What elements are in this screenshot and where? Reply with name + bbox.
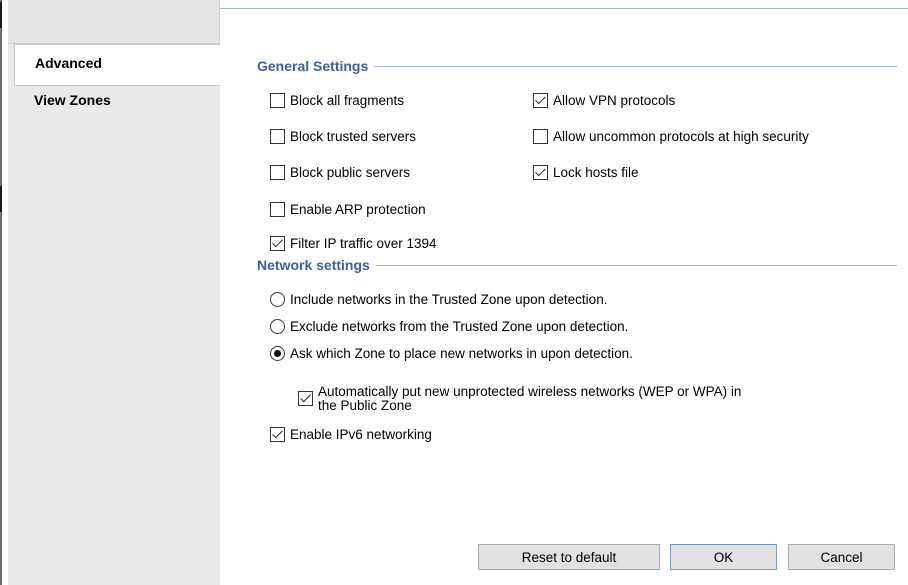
cancel-button[interactable]: Cancel — [788, 544, 895, 570]
checkbox-box[interactable] — [270, 202, 285, 217]
radio-button[interactable] — [270, 319, 285, 334]
checkbox-box[interactable] — [270, 427, 285, 442]
checkbox-box[interactable] — [270, 165, 285, 180]
checkbox-label: Allow uncommon protocols at high securit… — [553, 129, 809, 144]
checkbox-box[interactable] — [270, 93, 285, 108]
network-settings-header: Network settings — [257, 256, 897, 274]
group-title: General Settings — [257, 58, 369, 74]
top-border — [220, 8, 908, 9]
checkbox-box[interactable] — [533, 93, 548, 108]
edge-mark — [0, 2, 2, 28]
checkbox-label: Block public servers — [290, 165, 411, 180]
checkbox-allow-uncommon-protocols[interactable]: Allow uncommon protocols at high securit… — [533, 129, 809, 145]
radio-button[interactable] — [270, 292, 285, 307]
checkbox-label: Lock hosts file — [553, 165, 639, 180]
checkbox-label: Filter IP traffic over 1394 — [290, 236, 437, 251]
group-title: Network settings — [257, 257, 370, 273]
checkbox-box[interactable] — [298, 391, 313, 406]
checkbox-block-all-fragments[interactable]: Block all fragments — [270, 93, 404, 109]
firewall-settings-window: Advanced View Zones General Settings Blo… — [0, 0, 908, 585]
radio-include-networks-trusted[interactable]: Include networks in the Trusted Zone upo… — [270, 292, 607, 308]
checkbox-label: Block trusted servers — [290, 129, 417, 144]
radio-label: Include networks in the Trusted Zone upo… — [290, 292, 608, 307]
checkbox-label: Allow VPN protocols — [553, 93, 676, 108]
checkbox-box[interactable] — [270, 236, 285, 251]
tab-advanced[interactable]: Advanced — [14, 44, 220, 86]
radio-label: Exclude networks from the Trusted Zone u… — [290, 319, 629, 334]
checkbox-label-line2: the Public Zone — [318, 398, 412, 413]
checkbox-label: Enable ARP protection — [290, 202, 426, 217]
sidebar-header-area — [8, 0, 220, 44]
ok-button[interactable]: OK — [670, 544, 777, 570]
checkbox-box[interactable] — [533, 129, 548, 144]
reset-to-default-button[interactable]: Reset to default — [478, 544, 660, 570]
checkbox-label: Automatically put new unprotected wirele… — [318, 385, 741, 413]
checkbox-label: Block all fragments — [290, 93, 405, 108]
checkbox-block-trusted-servers[interactable]: Block trusted servers — [270, 129, 416, 145]
group-divider — [374, 65, 897, 67]
edge-mark — [0, 186, 2, 212]
group-divider — [375, 264, 897, 266]
tab-view-zones[interactable]: View Zones — [14, 85, 220, 127]
window-left-edge — [0, 0, 2, 585]
radio-label: Ask which Zone to place new networks in … — [290, 346, 633, 361]
checkbox-box[interactable] — [270, 129, 285, 144]
checkbox-label: Enable IPv6 networking — [290, 427, 432, 442]
checkbox-auto-wireless-public-zone[interactable]: Automatically put new unprotected wirele… — [298, 385, 741, 413]
radio-exclude-networks-trusted[interactable]: Exclude networks from the Trusted Zone u… — [270, 319, 628, 335]
checkbox-allow-vpn-protocols[interactable]: Allow VPN protocols — [533, 93, 675, 109]
checkbox-filter-ip-traffic-1394[interactable]: Filter IP traffic over 1394 — [270, 236, 437, 252]
checkbox-enable-arp-protection[interactable]: Enable ARP protection — [270, 202, 426, 218]
radio-ask-which-zone[interactable]: Ask which Zone to place new networks in … — [270, 346, 633, 362]
checkbox-lock-hosts-file[interactable]: Lock hosts file — [533, 165, 639, 181]
radio-button[interactable] — [270, 346, 285, 361]
checkbox-label-line1: Automatically put new unprotected wirele… — [318, 384, 742, 399]
checkbox-enable-ipv6[interactable]: Enable IPv6 networking — [270, 427, 432, 443]
checkbox-block-public-servers[interactable]: Block public servers — [270, 165, 410, 181]
general-settings-header: General Settings — [257, 57, 897, 75]
checkbox-box[interactable] — [533, 165, 548, 180]
